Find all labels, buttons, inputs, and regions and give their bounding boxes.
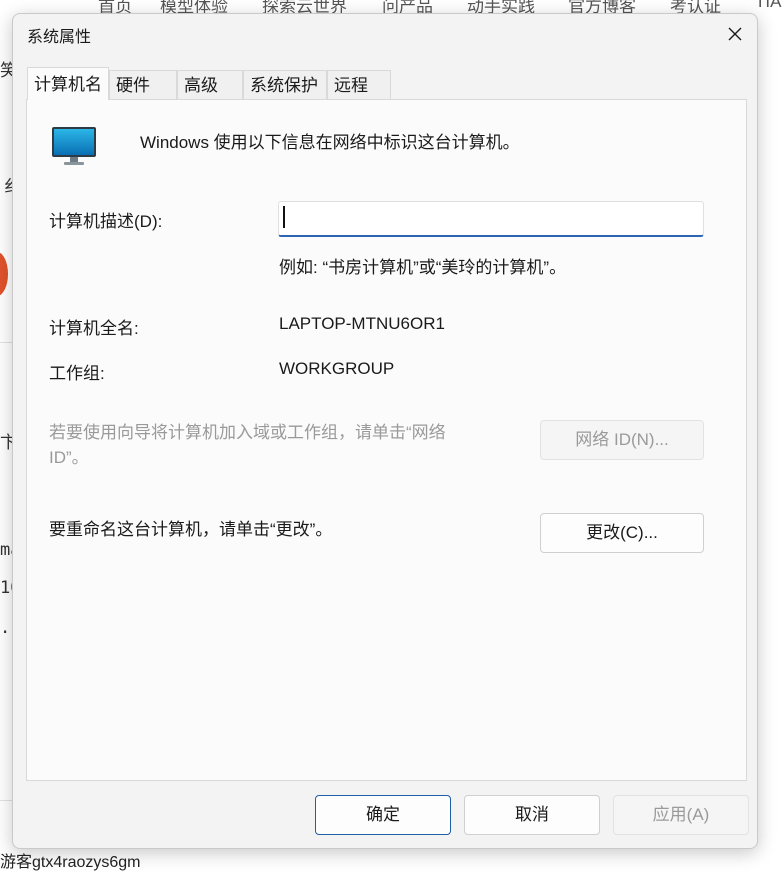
intro-text: Windows 使用以下信息在网络中标识这台计算机。 [140,133,520,152]
dialog-titlebar[interactable]: 系统属性 [13,14,757,54]
change-button[interactable]: 更改(C)... [540,513,704,553]
bg-nav-item[interactable]: 官方博客 [568,0,636,14]
description-input[interactable] [278,201,704,237]
network-id-button[interactable]: 网络 ID(N)... [540,420,704,460]
bg-nav-item[interactable]: 问产品 [382,0,433,14]
close-icon [728,27,742,41]
bg-nav-item[interactable]: 模型体验 [160,0,228,14]
dialog-title: 系统属性 [27,29,92,46]
bg-nav-item[interactable]: TIA [755,0,781,12]
system-properties-dialog: 系统属性 计算机名 硬件 高级 系统保护 远程 Windows 使用以下信息在网… [12,13,758,849]
ok-button[interactable]: 确定 [315,795,451,835]
cancel-button[interactable]: 取消 [464,795,600,835]
text-caret [283,206,285,228]
domain-hint: 若要使用向导将计算机加入域或工作组，请单击“网络 ID”。 [49,423,446,467]
apply-button[interactable]: 应用(A) [613,795,749,835]
close-button[interactable] [713,14,757,54]
workgroup-label: 工作组: [49,364,105,383]
bg-username: 游客gtx4raozys6gm [0,854,141,871]
tab-advanced[interactable]: 高级 [177,70,243,100]
computer-monitor-icon [52,127,96,165]
computer-name-panel: Windows 使用以下信息在网络中标识这台计算机。 计算机描述(D): 例如:… [26,99,747,781]
bg-logo [0,252,8,296]
tab-hardware[interactable]: 硬件 [109,70,177,100]
description-example: 例如: “书房计算机”或“美玲的计算机”。 [279,258,567,277]
rename-text: 要重命名这台计算机，请单击“更改”。 [49,520,333,539]
tab-remote[interactable]: 远程 [327,70,391,100]
full-name-label: 计算机全名: [49,319,139,338]
workgroup-value: WORKGROUP [279,359,395,378]
tab-system-protection[interactable]: 系统保护 [243,70,327,100]
tab-computer-name[interactable]: 计算机名 [27,67,109,100]
bg-nav-item[interactable]: 动手实践 [467,0,535,14]
bg-nav-item[interactable]: 考认证 [670,0,721,14]
background-nav: 首页 模型体验 探索云世界 问产品 动手实践 官方博客 考认证 TIA [0,0,782,14]
bg-nav-item[interactable]: 首页 [98,0,132,14]
full-name-value: LAPTOP-MTNU6OR1 [279,314,445,333]
description-label: 计算机描述(D): [49,212,163,231]
bg-nav-item[interactable]: 探索云世界 [262,0,347,14]
